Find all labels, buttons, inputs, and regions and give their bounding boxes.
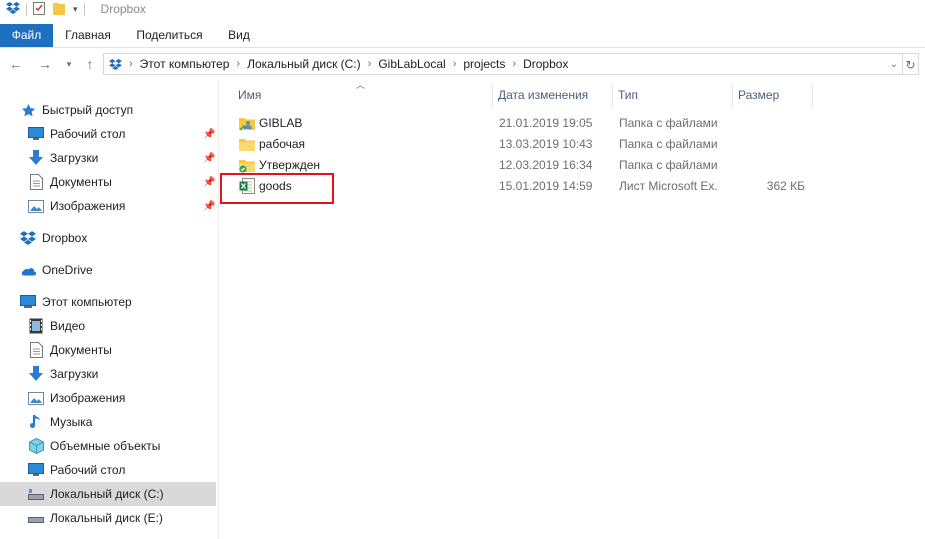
highlight-box [220, 173, 334, 204]
breadcrumb-projects[interactable]: projects [463, 57, 505, 71]
sidebar-item-drive-c[interactable]: Локальный диск (C:) [0, 482, 216, 506]
chevron-right-icon[interactable]: › [368, 58, 372, 70]
chevron-right-icon[interactable]: › [512, 58, 516, 70]
download-icon [28, 366, 44, 382]
pictures-icon [28, 198, 44, 214]
quick-access-toolbar: ▾ [0, 0, 91, 18]
file-type: Папка с файлами [619, 158, 718, 172]
file-date: 15.01.2019 14:59 [499, 179, 593, 193]
sidebar-item-desktop[interactable]: Рабочий стол 📌 [0, 122, 216, 146]
video-icon [28, 318, 44, 334]
file-name: GIBLAB [259, 116, 303, 130]
sidebar-item-desktop-pc[interactable]: Рабочий стол [0, 458, 216, 482]
shared-folder-icon [239, 115, 255, 131]
file-size [739, 113, 805, 134]
sidebar-item-downloads[interactable]: Загрузки 📌 [0, 146, 216, 170]
tab-file[interactable]: Файл [0, 24, 53, 47]
customize-toolbar-icon[interactable]: ▾ [73, 4, 78, 15]
sidebar-item-onedrive[interactable]: OneDrive [0, 258, 216, 282]
document-icon [28, 174, 44, 190]
drive-icon [28, 486, 44, 502]
sidebar-item-downloads-pc[interactable]: Загрузки [0, 362, 216, 386]
properties-icon[interactable] [33, 1, 45, 18]
column-header-name[interactable]: Имя [232, 84, 492, 108]
pin-icon[interactable]: 📌 [203, 129, 215, 140]
computer-icon [20, 294, 36, 310]
sidebar-item-drive-e[interactable]: Локальный диск (E:) [0, 506, 216, 530]
synced-folder-icon [239, 157, 255, 173]
back-arrow-icon[interactable]: ← [7, 54, 25, 74]
sidebar-item-documents-pc[interactable]: Документы [0, 338, 216, 362]
sidebar-item-dropbox[interactable]: Dropbox [0, 226, 216, 250]
forward-arrow-icon[interactable]: → [36, 54, 54, 74]
dropbox-app-icon [6, 1, 20, 17]
folder-icon [239, 136, 255, 152]
refresh-icon[interactable]: ↻ [903, 53, 919, 75]
new-folder-icon[interactable] [53, 1, 65, 18]
sidebar-item-3d-objects[interactable]: Объемные объекты [0, 434, 216, 458]
window-title: Dropbox [100, 2, 146, 16]
dropbox-icon [20, 230, 36, 246]
document-icon [28, 342, 44, 358]
chevron-right-icon[interactable]: › [129, 58, 133, 70]
breadcrumb-this-pc[interactable]: Этот компьютер [140, 57, 230, 71]
file-type: Лист Microsoft Ex... [619, 179, 719, 193]
file-row-giblab[interactable]: GIBLAB 21.01.2019 19:05 Папка с файлами [226, 113, 816, 134]
tab-share[interactable]: Поделиться [123, 24, 216, 47]
pin-icon[interactable]: 📌 [203, 177, 215, 188]
chevron-right-icon[interactable]: › [453, 58, 457, 70]
column-divider[interactable] [812, 84, 813, 108]
title-bar: ▾ Dropbox [0, 0, 925, 18]
sidebar-item-pictures-pc[interactable]: Изображения [0, 386, 216, 410]
sidebar-item-quick-access[interactable]: Быстрый доступ [0, 98, 216, 122]
pin-icon[interactable]: 📌 [203, 153, 215, 164]
file-date: 12.03.2019 16:34 [499, 158, 593, 172]
tab-home[interactable]: Главная [53, 24, 123, 47]
star-icon [20, 102, 36, 118]
recent-locations-chevron-icon[interactable]: ▾ [60, 54, 78, 74]
address-dropdown-icon[interactable]: ⌄ [890, 54, 898, 76]
ribbon-tabs: Файл Главная Поделиться Вид [0, 24, 925, 48]
file-size [739, 155, 805, 176]
breadcrumb-drive-c[interactable]: Локальный диск (C:) [247, 57, 361, 71]
column-header-date[interactable]: Дата изменения [492, 84, 612, 108]
file-name: рабочая [259, 137, 306, 151]
file-size [739, 134, 805, 155]
music-icon [28, 414, 44, 430]
download-icon [28, 150, 44, 166]
pictures-icon [28, 390, 44, 406]
file-row-rabochaya[interactable]: рабочая 13.03.2019 10:43 Папка с файлами [226, 134, 816, 155]
pane-divider[interactable] [218, 80, 219, 539]
breadcrumb-dropbox[interactable]: Dropbox [523, 57, 568, 71]
navigation-pane: Быстрый доступ Рабочий стол 📌 Загрузки 📌… [0, 96, 218, 539]
dropbox-icon [109, 58, 122, 70]
file-type: Папка с файлами [619, 137, 718, 151]
column-header-size[interactable]: Размер [732, 84, 812, 108]
onedrive-icon [20, 262, 36, 278]
3d-objects-icon [28, 438, 44, 454]
address-bar[interactable]: › Этот компьютер › Локальный диск (C:) ›… [103, 53, 903, 75]
breadcrumb-giblablocal[interactable]: GibLabLocal [378, 57, 445, 71]
drive-icon [28, 510, 44, 526]
desktop-icon [28, 462, 44, 478]
up-arrow-icon[interactable]: ↑ [81, 54, 99, 74]
navigation-bar: ← → ▾ ↑ › Этот компьютер › Локальный дис… [0, 52, 925, 76]
desktop-icon [28, 126, 44, 142]
chevron-right-icon[interactable]: › [236, 58, 240, 70]
file-date: 13.03.2019 10:43 [499, 137, 593, 151]
sidebar-item-music[interactable]: Музыка [0, 410, 216, 434]
pin-icon[interactable]: 📌 [203, 201, 215, 212]
file-date: 21.01.2019 19:05 [499, 116, 593, 130]
tab-view[interactable]: Вид [216, 24, 262, 47]
sidebar-item-this-pc[interactable]: Этот компьютер [0, 290, 216, 314]
column-header-type[interactable]: Тип [612, 84, 732, 108]
sidebar-item-video[interactable]: Видео [0, 314, 216, 338]
file-size: 362 КБ [766, 179, 805, 193]
sidebar-item-documents[interactable]: Документы 📌 [0, 170, 216, 194]
sidebar-item-pictures[interactable]: Изображения 📌 [0, 194, 216, 218]
file-type: Папка с файлами [619, 116, 718, 130]
